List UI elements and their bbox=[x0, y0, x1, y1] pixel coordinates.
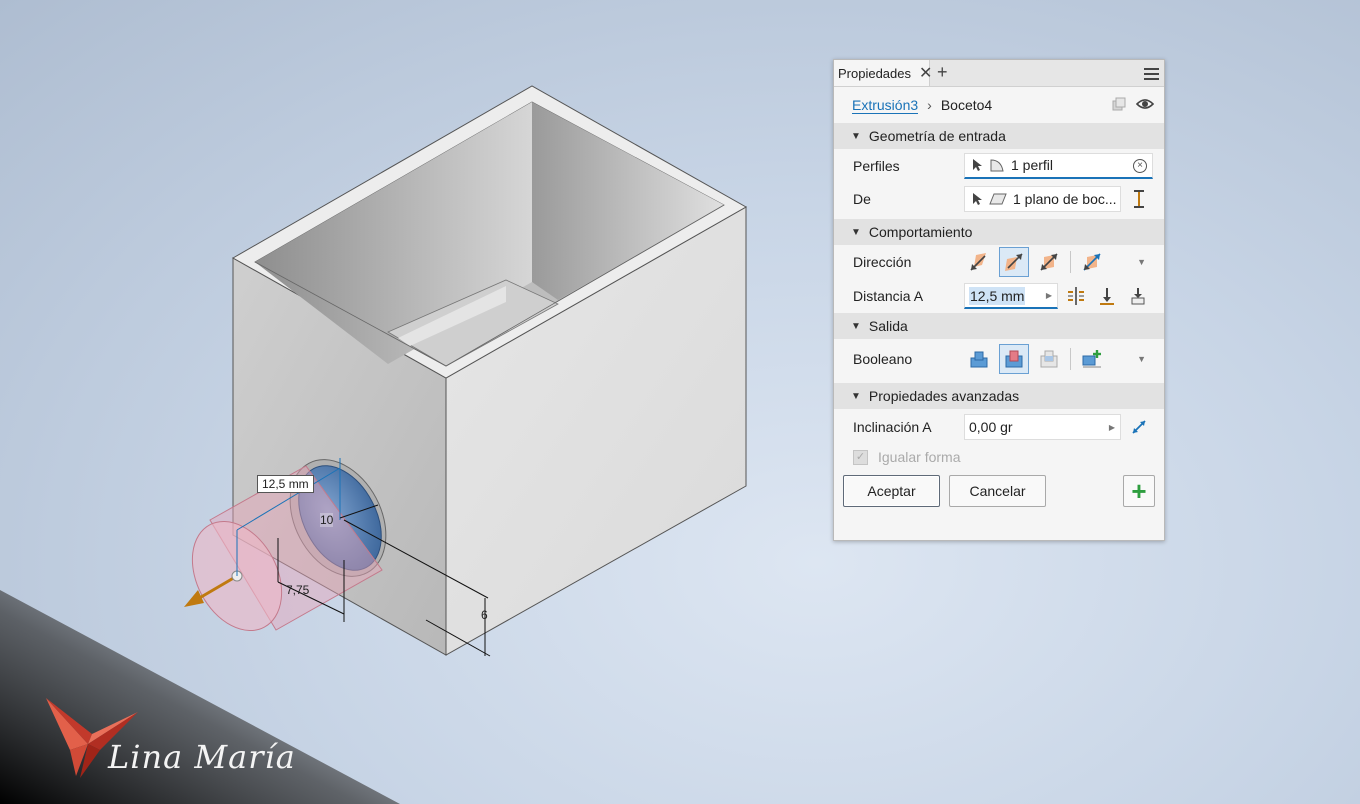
taper-menu-arrow-icon[interactable]: ▶ bbox=[1109, 423, 1115, 432]
match-shape-checkbox[interactable]: ✓ bbox=[853, 450, 868, 465]
tab-properties-label: Propiedades bbox=[838, 65, 911, 81]
taper-flip-icon[interactable] bbox=[1124, 412, 1154, 442]
distance-dimension-label[interactable]: 12,5 mm bbox=[257, 475, 314, 493]
taper-value: 0,00 gr bbox=[969, 419, 1013, 435]
properties-panel: Propiedades ✕ + Extrusión3 › Boceto4 ▼ G… bbox=[833, 59, 1165, 541]
collapse-triangle-icon: ▼ bbox=[851, 390, 861, 402]
direction-default-icon[interactable] bbox=[964, 247, 994, 277]
from-selector[interactable]: 1 plano de boc... bbox=[964, 185, 1121, 212]
profiles-value: 1 perfil bbox=[1011, 157, 1054, 173]
section-advanced[interactable]: ▼ Propiedades avanzadas bbox=[834, 383, 1164, 409]
cursor-select-icon bbox=[971, 158, 983, 172]
from-value: 1 plano de boc... bbox=[1013, 190, 1117, 207]
clear-selection-icon[interactable]: × bbox=[1133, 158, 1147, 173]
taper-input[interactable]: 0,00 gr ▶ bbox=[964, 414, 1121, 440]
tab-properties[interactable]: Propiedades ✕ bbox=[834, 60, 932, 86]
preset-icon[interactable] bbox=[1112, 97, 1126, 111]
profiles-label: Perfiles bbox=[853, 157, 900, 174]
action-buttons: Aceptar Cancelar + bbox=[834, 471, 1164, 521]
direction-dropdown-arrow-icon[interactable]: ▼ bbox=[1137, 257, 1146, 267]
section-input-geometry[interactable]: ▼ Geometría de entrada bbox=[834, 123, 1164, 149]
boolean-new-solid-icon[interactable] bbox=[1077, 344, 1107, 374]
diameter-dimension-label: 10 bbox=[320, 513, 334, 527]
cursor-select-icon bbox=[971, 192, 983, 206]
match-shape-label: Igualar forma bbox=[878, 449, 961, 465]
panel-tabbar: Propiedades ✕ + bbox=[834, 60, 1164, 87]
direction-symmetric-icon[interactable] bbox=[1034, 247, 1064, 277]
distance-to-next-icon[interactable] bbox=[1123, 281, 1153, 311]
section-output[interactable]: ▼ Salida bbox=[834, 313, 1164, 339]
breadcrumb-current: Boceto4 bbox=[940, 97, 993, 113]
boolean-cut-icon[interactable] bbox=[999, 344, 1029, 374]
plane-icon bbox=[989, 193, 1007, 205]
extents-between-icon[interactable] bbox=[1124, 184, 1154, 214]
collapse-triangle-icon: ▼ bbox=[851, 226, 861, 238]
toolbar-separator bbox=[1070, 251, 1071, 273]
from-row: De 1 plano de boc... bbox=[834, 182, 1164, 215]
section-behavior-label: Comportamiento bbox=[868, 224, 973, 240]
match-shape-row: ✓ Igualar forma bbox=[834, 445, 1164, 471]
height-dimension-label: 6 bbox=[481, 608, 488, 622]
from-label: De bbox=[853, 190, 871, 207]
distance-label: Distancia A bbox=[853, 288, 924, 304]
profiles-row: Perfiles 1 perfil × bbox=[834, 149, 1164, 182]
logo-text: Lina María bbox=[108, 738, 296, 776]
profiles-selector[interactable]: 1 perfil × bbox=[964, 152, 1153, 179]
toolbar-separator bbox=[1070, 348, 1071, 370]
taper-label: Inclinación A bbox=[853, 419, 932, 435]
collapse-triangle-icon: ▼ bbox=[851, 130, 861, 142]
distance-through-all-icon[interactable] bbox=[1061, 281, 1091, 311]
distance-input[interactable]: 12,5 mm ▶ bbox=[964, 283, 1058, 309]
distance-row: Distancia A 12,5 mm ▶ bbox=[834, 279, 1164, 313]
direction-label: Dirección bbox=[853, 254, 912, 270]
close-icon[interactable]: ✕ bbox=[919, 63, 932, 83]
profile-shape-icon bbox=[989, 158, 1005, 172]
accept-button[interactable]: Aceptar bbox=[843, 475, 940, 507]
eye-icon[interactable] bbox=[1136, 97, 1154, 111]
collapse-triangle-icon: ▼ bbox=[851, 320, 861, 332]
breadcrumb-separator: › bbox=[927, 97, 932, 113]
section-advanced-label: Propiedades avanzadas bbox=[868, 388, 1020, 404]
distance-value: 12,5 mm bbox=[969, 286, 1026, 305]
cancel-button[interactable]: Cancelar bbox=[949, 475, 1046, 507]
boolean-join-icon[interactable] bbox=[964, 344, 994, 374]
boolean-intersect-icon[interactable] bbox=[1034, 344, 1064, 374]
distance-menu-arrow-icon[interactable]: ▶ bbox=[1046, 291, 1052, 300]
boolean-label: Booleano bbox=[853, 351, 913, 367]
taper-row: Inclinación A 0,00 gr ▶ bbox=[834, 409, 1164, 445]
hamburger-menu-icon[interactable] bbox=[1144, 65, 1159, 83]
offset-dimension-label: 7,75 bbox=[286, 583, 310, 597]
breadcrumb-parent-link[interactable]: Extrusión3 bbox=[852, 97, 919, 114]
apply-add-button[interactable]: + bbox=[1123, 475, 1155, 507]
boolean-row: Booleano ▼ bbox=[834, 339, 1164, 379]
distance-to-icon[interactable] bbox=[1092, 281, 1122, 311]
section-behavior[interactable]: ▼ Comportamiento bbox=[834, 219, 1164, 245]
add-tab-icon[interactable]: + bbox=[937, 62, 948, 83]
direction-row: Dirección ▼ bbox=[834, 245, 1164, 279]
breadcrumb: Extrusión3 › Boceto4 bbox=[834, 87, 1164, 123]
section-input-geometry-label: Geometría de entrada bbox=[868, 128, 1006, 144]
direction-flipped-icon[interactable] bbox=[999, 247, 1029, 277]
section-output-label: Salida bbox=[868, 318, 908, 334]
direction-asymmetric-icon[interactable] bbox=[1077, 247, 1107, 277]
boolean-dropdown-arrow-icon[interactable]: ▼ bbox=[1137, 354, 1146, 364]
